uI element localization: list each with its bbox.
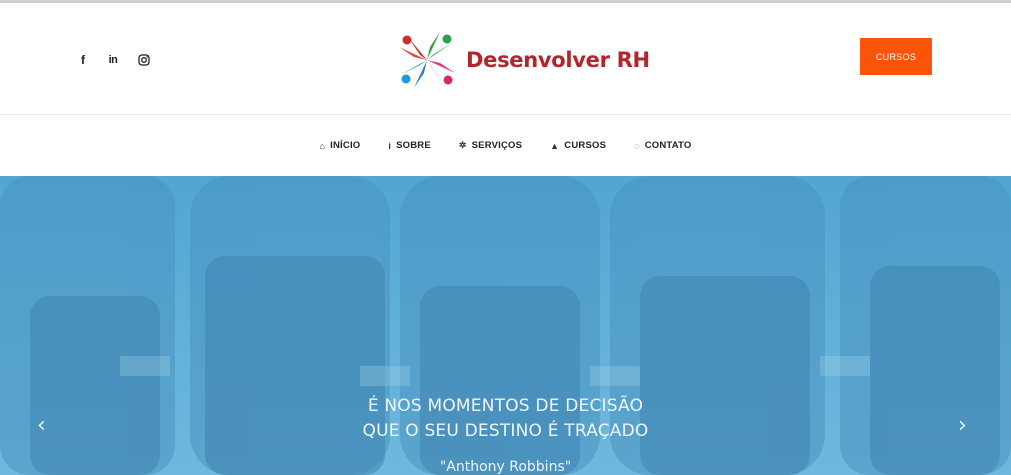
chat-icon: ◌	[634, 140, 640, 151]
main-nav: ⌂ INÍCIO i SOBRE ✲ SERVIÇOS ▲ CURSOS ◌ C…	[0, 115, 1011, 176]
facebook-icon[interactable]: f	[76, 53, 90, 67]
site-header: f in Desenvolver RH CURSOS	[0, 3, 1011, 115]
hero-quote-line-1: É NOS MOMENTOS DE DECISÃO	[367, 396, 644, 416]
home-icon: ⌂	[319, 140, 326, 151]
info-icon: i	[388, 140, 392, 151]
hero-slider: ‹ › É NOS MOMENTOS DE DECISÃO QUE O SEU …	[0, 176, 1011, 475]
brand-name: Desenvolver RH	[466, 48, 650, 72]
nav-item-sobre[interactable]: i SOBRE	[388, 140, 431, 151]
nav-item-servicos[interactable]: ✲ SERVIÇOS	[459, 140, 522, 151]
hero-quote-line-2: QUE O SEU DESTINO É TRAÇADO	[362, 421, 649, 441]
nav-item-label: SOBRE	[396, 140, 431, 151]
nav-item-cursos[interactable]: ▲ CURSOS	[550, 140, 606, 151]
nav-item-label: INÍCIO	[330, 140, 361, 151]
nav-item-contato[interactable]: ◌ CONTATO	[634, 140, 691, 151]
cursos-button[interactable]: CURSOS	[860, 38, 932, 75]
gear-icon: ✲	[458, 140, 467, 150]
linkedin-icon[interactable]: in	[106, 53, 120, 67]
logo-emblem-icon	[399, 32, 455, 88]
nav-item-label: SERVIÇOS	[471, 140, 523, 151]
nav-item-label: CONTATO	[644, 140, 692, 151]
hero-quote-author: "Anthony Robbins"	[439, 459, 572, 475]
nav-item-label: CURSOS	[564, 140, 607, 151]
site-logo[interactable]: Desenvolver RH	[394, 27, 650, 93]
nav-item-inicio[interactable]: ⌂ INÍCIO	[320, 140, 361, 151]
graduation-cap-icon: ▲	[550, 140, 560, 151]
instagram-icon[interactable]	[137, 53, 151, 67]
